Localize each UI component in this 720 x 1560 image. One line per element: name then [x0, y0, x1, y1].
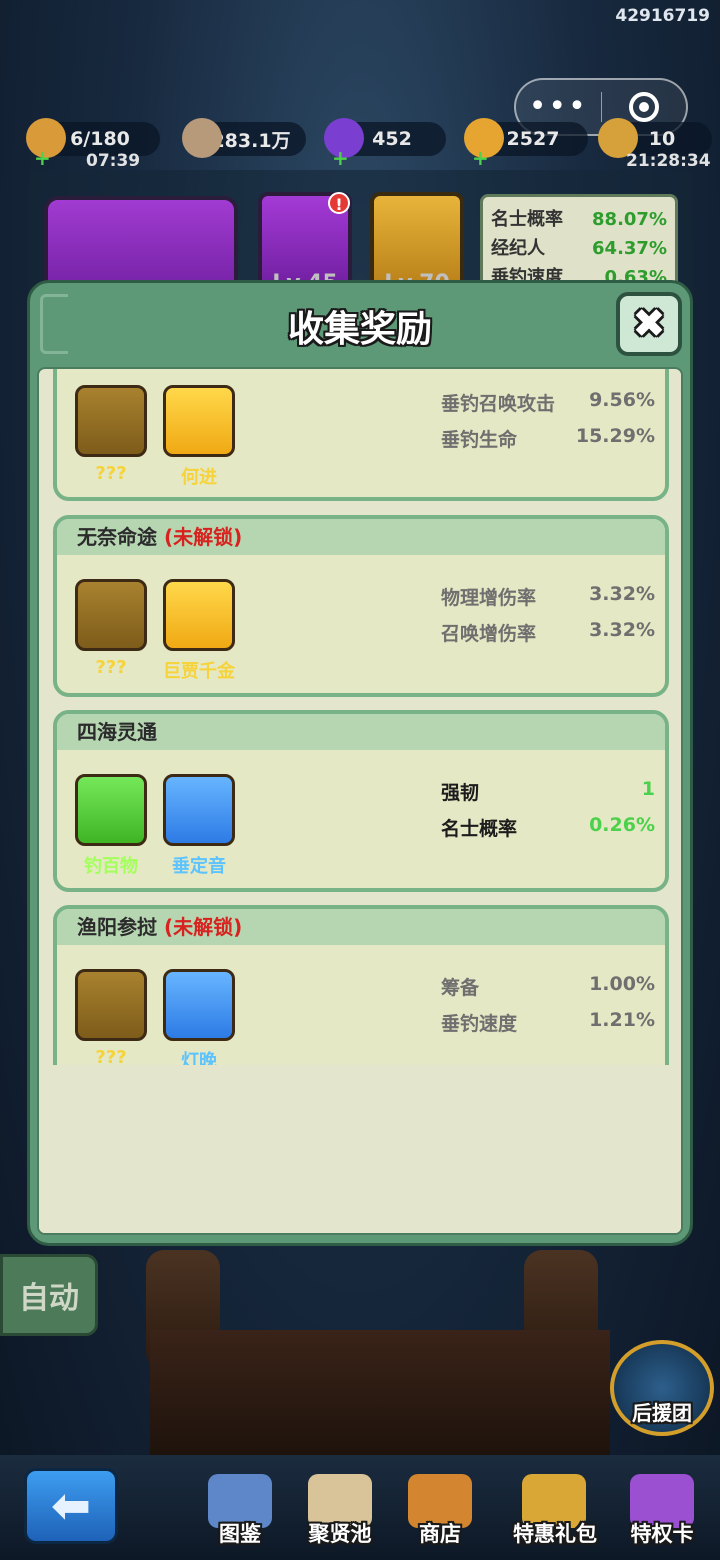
collection-section: 无奈命途 (未解锁) ??? 巨贾千金 物理增伤率 3.32% 召唤增伤率 3.32…: [53, 515, 669, 697]
nav-item-codex[interactable]: 图鉴: [190, 1470, 290, 1550]
ticket-value: 10: [648, 128, 676, 150]
hero-name: ???: [95, 657, 127, 678]
add-stamina-icon[interactable]: +: [34, 146, 51, 170]
wooden-dock: [150, 1330, 610, 1455]
attr-row: 垂钓生命 15.29%: [441, 425, 655, 451]
collection-section: 渔阳参挝 (未解锁) ??? 灯晚 筹备 1.00% 垂钓速度 1.21%: [53, 905, 669, 1087]
backup-team-button[interactable]: 后援团: [610, 1340, 714, 1436]
attr-row: 召唤增伤率 3.32%: [441, 619, 655, 645]
backup-team-label: 后援团: [632, 1401, 692, 1425]
hero-portrait-unknown[interactable]: [75, 579, 147, 651]
attr-row: 垂钓速度 1.21%: [441, 1009, 655, 1035]
list-empty-area: [39, 1065, 681, 1233]
stamina-timer: 07:39: [86, 151, 141, 171]
section-title: 四海灵通: [57, 714, 665, 750]
stamina-value: 6/180: [70, 128, 130, 150]
section-title: 渔阳参挝 (未解锁): [57, 909, 665, 945]
back-arrow-icon[interactable]: ⬅: [51, 1482, 91, 1530]
collection-section: ??? 何进 垂钓召唤攻击 9.56% 垂钓生命 15.29%: [53, 367, 669, 501]
reward-list[interactable]: ??? 何进 垂钓召唤攻击 9.56% 垂钓生命 15.29% 无奈命途 (未解锁)…: [37, 367, 683, 1235]
clock: 21:28:34: [626, 151, 711, 171]
hero-portrait[interactable]: [163, 579, 235, 651]
stat-row: 经纪人 64.37%: [491, 238, 667, 259]
modal-title: 收集奖励: [287, 309, 432, 350]
attr-row: 名士概率 0.26%: [441, 814, 655, 840]
gold-value: 2527: [506, 128, 560, 150]
hero-portrait[interactable]: [75, 774, 147, 846]
stat-row: 名士概率 88.07%: [491, 209, 667, 230]
gem-value: 452: [372, 128, 412, 150]
attr-row: 物理增伤率 3.32%: [441, 583, 655, 609]
hero-name: 巨贾千金: [163, 661, 235, 682]
attr-row: 筹备 1.00%: [441, 973, 655, 999]
section-title: 无奈命途 (未解锁): [57, 519, 665, 555]
hero-portrait-unknown[interactable]: [75, 969, 147, 1041]
hero-name: ???: [95, 463, 127, 484]
nav-item-privilege-card[interactable]: 特权卡: [612, 1470, 712, 1550]
nav-item-shop[interactable]: 商店: [390, 1470, 490, 1550]
notification-badge: !: [328, 192, 350, 214]
user-id: 42916719: [615, 6, 710, 26]
hero-portrait[interactable]: [163, 774, 235, 846]
attr-row: 垂钓召唤攻击 9.56%: [441, 389, 655, 415]
hero-name: 何进: [181, 467, 217, 488]
coin-icon: [182, 118, 222, 158]
auto-button[interactable]: 自动: [0, 1254, 98, 1336]
coin-counter[interactable]: 283.1万: [182, 118, 306, 158]
nav-item-recruit[interactable]: 聚贤池: [290, 1470, 390, 1550]
locked-label: (未解锁): [163, 915, 243, 939]
locked-label: (未解锁): [163, 525, 243, 549]
hero-portrait-unknown[interactable]: [75, 385, 147, 457]
close-button[interactable]: ✖: [616, 292, 682, 356]
hero-name: 钓百物: [84, 856, 138, 877]
hero-name: 垂定音: [172, 856, 226, 877]
section-title: [57, 367, 665, 369]
coin-value: 283.1万: [211, 129, 291, 152]
nav-item-gift-pack[interactable]: 特惠礼包: [500, 1470, 610, 1550]
close-icon[interactable]: ✖: [632, 304, 666, 344]
back-button[interactable]: ⬅: [24, 1468, 118, 1544]
gem-counter[interactable]: + 452: [324, 118, 446, 170]
hero-portrait[interactable]: [163, 385, 235, 457]
gold-counter[interactable]: + 2527: [464, 118, 588, 170]
add-gem-icon[interactable]: +: [332, 146, 349, 170]
collection-section: 四海灵通 钓百物 垂定音 强韧 1 名士概率 0.26%: [53, 710, 669, 892]
hero-portrait[interactable]: [163, 969, 235, 1041]
attr-row: 强韧 1: [441, 778, 655, 804]
add-gold-icon[interactable]: +: [472, 146, 489, 170]
